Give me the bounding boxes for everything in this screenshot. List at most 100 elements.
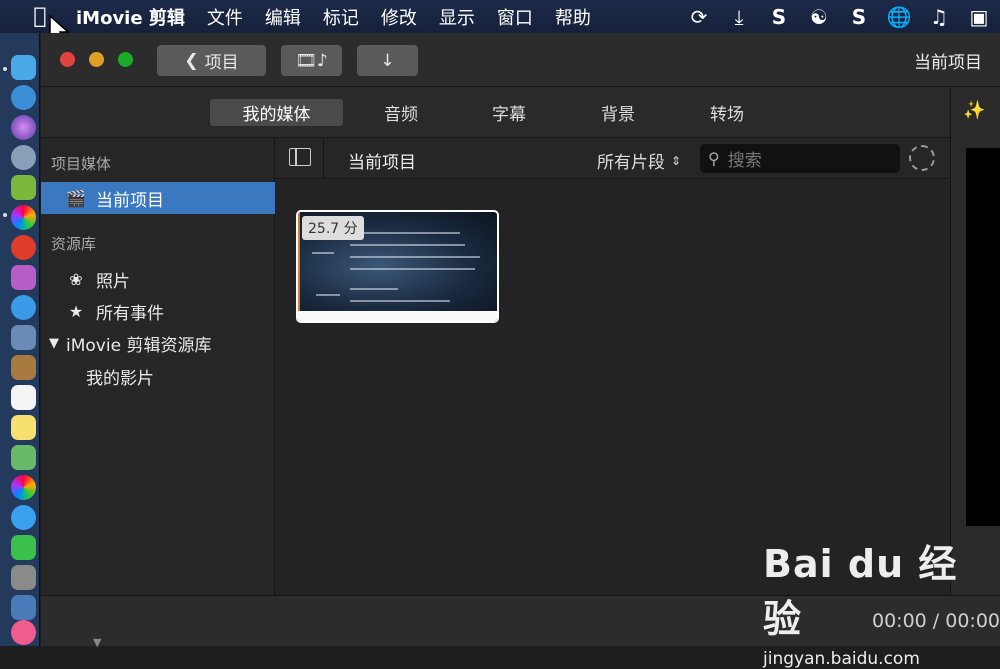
sidebar-item-label: 所有事件 xyxy=(96,303,164,324)
watermark-url: jingyan.baidu.com xyxy=(763,649,920,669)
back-button-label: 项目 xyxy=(204,53,239,73)
thumb-text xyxy=(350,232,460,234)
sidebar-item-label: 照片 xyxy=(96,271,130,292)
sidebar-item-all-events[interactable]: ★ 所有事件 xyxy=(41,295,275,327)
sogou-icon[interactable]: S xyxy=(846,5,872,29)
sidebar-toggle-icon[interactable] xyxy=(289,148,311,166)
project-title: 当前项目 xyxy=(914,53,982,73)
photos-icon[interactable] xyxy=(11,475,36,500)
back-to-projects-button[interactable]: ❮ 项目 xyxy=(157,45,266,76)
watermark-brand: Bai du 经验 xyxy=(763,542,958,641)
menu-bar:  iMovie 剪辑 文件 编辑 标记 修改 显示 窗口 帮助 ⟳ ⤓ S ☯… xyxy=(0,0,1000,33)
red-app-icon[interactable] xyxy=(11,235,36,260)
calendar-icon[interactable] xyxy=(11,385,36,410)
sidebar-item-current-project[interactable]: 🎬 当前项目 xyxy=(41,182,275,214)
thumb-text xyxy=(350,256,480,258)
music-app-icon[interactable] xyxy=(11,620,36,645)
system-preferences-icon[interactable] xyxy=(11,565,36,590)
clip-filter-label: 所有片段 xyxy=(597,153,665,173)
app-store-icon[interactable] xyxy=(11,85,36,110)
thumb-text xyxy=(350,268,475,270)
facetime-icon[interactable] xyxy=(11,535,36,560)
keynote-icon[interactable] xyxy=(11,595,36,620)
running-indicator xyxy=(3,213,7,217)
sidebar-item-label: 当前项目 xyxy=(96,190,164,211)
library-sidebar: 项目媒体 🎬 当前项目 资源库 ❀ 照片 ★ 所有事件 ▼ iMovie 剪辑资… xyxy=(41,139,275,595)
purple-app-icon[interactable] xyxy=(11,265,36,290)
globe-icon[interactable]: 🌐 xyxy=(886,5,912,29)
photos-app-icon[interactable] xyxy=(11,205,36,230)
menu-modify[interactable]: 修改 xyxy=(381,4,417,30)
clip-thumbnail[interactable]: 25.7 分 xyxy=(296,210,499,323)
viewer-panel: ✨ xyxy=(950,88,1000,595)
disclosure-triangle-icon[interactable]: ▼ xyxy=(49,336,59,351)
finder-icon[interactable] xyxy=(11,55,36,80)
clip-filter-select[interactable]: 所有片段 ⇕ xyxy=(597,148,681,173)
baidu-watermark: Bai du 经验 jingyan.baidu.com xyxy=(763,533,993,669)
thumb-text xyxy=(350,300,450,302)
thumb-text xyxy=(350,288,398,290)
running-indicator xyxy=(3,67,7,71)
search-field[interactable]: ⚲ 搜索 xyxy=(700,144,900,173)
content-tabs: 我的媒体 音频 字幕 背景 转场 xyxy=(41,88,949,138)
zoom-button[interactable] xyxy=(118,52,133,67)
thumb-text xyxy=(316,294,340,296)
notes-icon[interactable] xyxy=(11,415,36,440)
flower-icon: ❀ xyxy=(69,269,83,289)
music-icon[interactable]: ♫ xyxy=(926,5,952,29)
divider xyxy=(323,139,324,179)
tab-titles[interactable]: 字幕 xyxy=(469,99,549,126)
menu-help[interactable]: 帮助 xyxy=(555,4,591,30)
sidebar-item-my-movie[interactable]: 我的影片 xyxy=(41,360,275,392)
maps-icon[interactable] xyxy=(11,445,36,470)
magic-wand-icon[interactable]: ✨ xyxy=(963,100,985,121)
star-icon: ★ xyxy=(68,301,84,321)
clapperboard-icon: 🎬 xyxy=(66,188,86,208)
menu-mark[interactable]: 标记 xyxy=(323,4,359,30)
siri-icon[interactable] xyxy=(11,115,36,140)
menu-view[interactable]: 显示 xyxy=(439,4,475,30)
arrow-down-icon: ↓ xyxy=(380,50,395,71)
tab-my-media[interactable]: 我的媒体 xyxy=(210,99,343,126)
clip-duration-badge: 25.7 分 xyxy=(302,216,364,240)
download-icon[interactable]: ⤓ xyxy=(726,5,752,29)
sidebar-item-label: 我的影片 xyxy=(86,368,154,389)
sidebar-section-project-media: 项目媒体 xyxy=(51,155,112,173)
browser-header: 当前项目 所有片段 ⇕ ⚲ 搜索 xyxy=(275,139,949,179)
menu-file[interactable]: 文件 xyxy=(207,4,243,30)
status-icons: ⟳ ⤓ S ☯ S 🌐 ♫ ▣ xyxy=(686,0,992,33)
tab-audio[interactable]: 音频 xyxy=(361,99,441,126)
chevron-left-icon: ❮ xyxy=(184,50,199,71)
media-browser-button[interactable]: 🎞♪ xyxy=(281,45,342,76)
thumb-text xyxy=(350,244,465,246)
contacts-icon[interactable] xyxy=(11,355,36,380)
gear-icon[interactable] xyxy=(909,145,935,171)
preview-icon[interactable] xyxy=(11,325,36,350)
messages-icon[interactable] xyxy=(11,505,36,530)
search-icon: ⚲ xyxy=(708,149,720,168)
minimize-button[interactable] xyxy=(89,52,104,67)
menu-edit[interactable]: 编辑 xyxy=(265,4,301,30)
display-icon[interactable]: ▣ xyxy=(966,5,992,29)
sidebar-item-label: iMovie 剪辑资源库 xyxy=(66,335,212,356)
menu-window[interactable]: 窗口 xyxy=(497,4,533,30)
search-input[interactable]: 搜索 xyxy=(728,146,762,171)
sync-icon[interactable]: ⟳ xyxy=(686,5,712,29)
tab-backgrounds[interactable]: 背景 xyxy=(578,99,658,126)
safari-icon[interactable] xyxy=(11,295,36,320)
viewer xyxy=(966,148,1000,526)
menu-app-name[interactable]: iMovie 剪辑 xyxy=(76,4,185,30)
clip-filmstrip-bottom xyxy=(298,311,497,321)
s-app-icon[interactable]: S xyxy=(766,5,792,29)
sidebar-item-library[interactable]: ▼ iMovie 剪辑资源库 xyxy=(41,327,275,359)
launchpad-icon[interactable] xyxy=(11,145,36,170)
tab-transitions[interactable]: 转场 xyxy=(687,99,767,126)
close-button[interactable] xyxy=(60,52,75,67)
import-button[interactable]: ↓ xyxy=(357,45,418,76)
ghost-icon[interactable]: ☯ xyxy=(806,5,832,29)
android-icon[interactable] xyxy=(11,175,36,200)
title-bar: ❮ 项目 🎞♪ ↓ 当前项目 xyxy=(41,33,1000,87)
dock xyxy=(0,33,40,646)
sidebar-item-photos[interactable]: ❀ 照片 xyxy=(41,263,275,295)
playhead-triangle-icon: ▼ xyxy=(93,636,102,649)
